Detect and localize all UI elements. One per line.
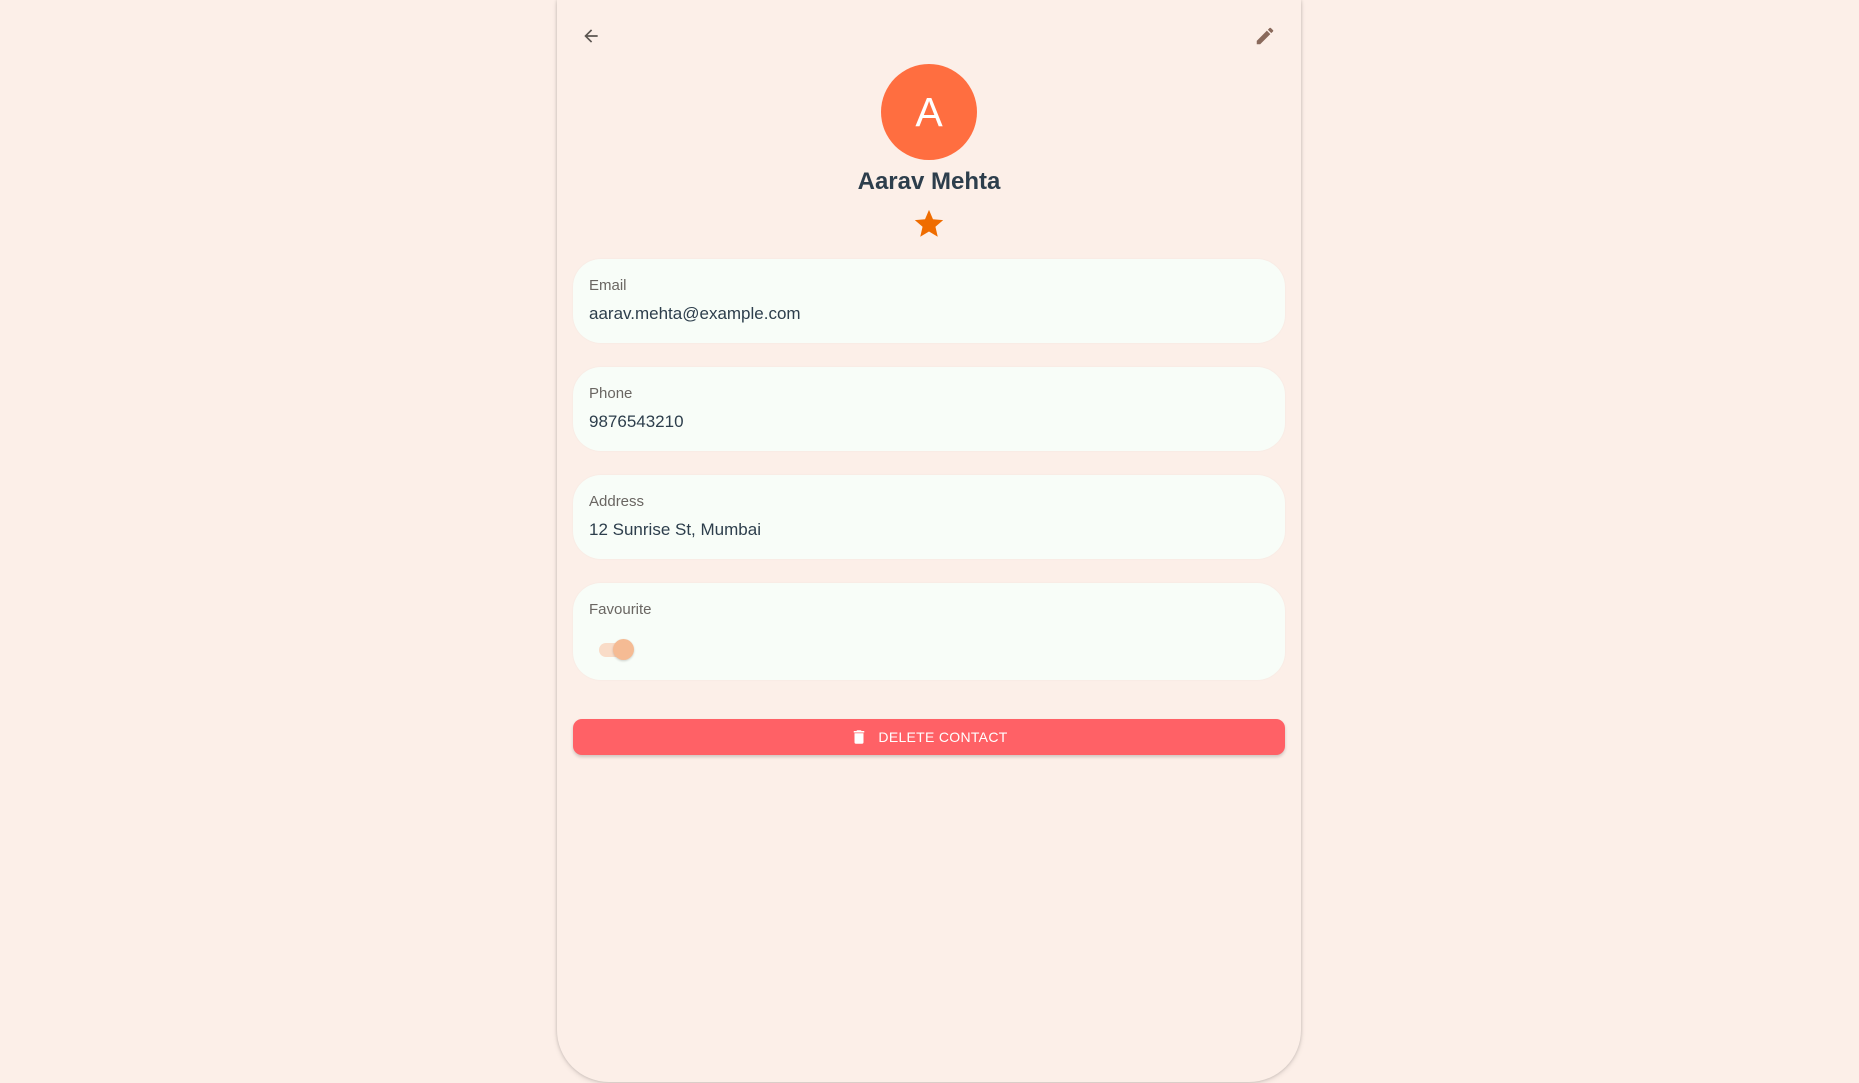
contact-detail-screen: A Aarav Mehta Email aarav.mehta@example.… <box>557 0 1301 1082</box>
address-card: Address 12 Sunrise St, Mumbai <box>573 475 1285 559</box>
favourite-card: Favourite <box>573 583 1285 680</box>
trash-icon <box>850 728 868 746</box>
phone-label: Phone <box>589 385 633 402</box>
favourite-label: Favourite <box>589 601 652 618</box>
address-value: 12 Sunrise St, Mumbai <box>589 520 761 539</box>
back-button[interactable] <box>573 18 609 54</box>
star-icon <box>914 209 944 237</box>
delete-contact-label: DELETE CONTACT <box>878 729 1008 745</box>
toggle-thumb <box>613 639 634 660</box>
arrow-back-icon <box>584 29 598 43</box>
edit-button[interactable] <box>1247 18 1283 54</box>
avatar-letter: A <box>915 88 943 135</box>
email-value: aarav.mehta@example.com <box>589 304 801 323</box>
phone-value: 9876543210 <box>589 412 684 431</box>
email-label: Email <box>589 277 627 294</box>
email-card: Email aarav.mehta@example.com <box>573 259 1285 343</box>
address-label: Address <box>589 493 645 510</box>
pencil-icon <box>1256 27 1274 45</box>
contact-name: Aarav Mehta <box>857 168 1001 195</box>
delete-contact-button[interactable]: DELETE CONTACT <box>573 719 1285 755</box>
phone-card: Phone 9876543210 <box>573 367 1285 451</box>
favourite-toggle[interactable] <box>599 637 635 661</box>
avatar: A <box>881 64 977 160</box>
